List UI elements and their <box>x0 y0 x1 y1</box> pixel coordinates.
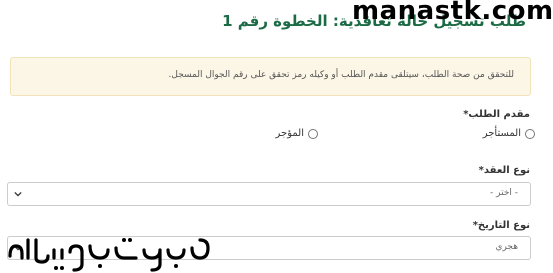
info-alert: للتحقق من صحة الطلب، سيتلقى مقدم الطلب أ… <box>10 57 531 96</box>
radio-landlord-label: المؤجر <box>275 128 304 139</box>
alert-text: للتحقق من صحة الطلب، سيتلقى مقدم الطلب أ… <box>168 70 514 80</box>
contract-type-select[interactable]: - اختر - <box>7 182 531 206</box>
watermark-text: manastk.com <box>352 0 553 26</box>
radio-unchecked-icon[interactable] <box>308 128 318 139</box>
radio-tenant[interactable]: المستأجر <box>483 128 535 139</box>
applicant-label: مقدم الطلب* <box>461 109 530 120</box>
contract-type-label-text: نوع العقد <box>483 165 530 176</box>
arabic-calligraphy-watermark <box>8 238 210 272</box>
applicant-label-text: مقدم الطلب <box>468 109 530 120</box>
radio-unchecked-icon[interactable] <box>525 128 535 139</box>
date-type-label-text: نوع التاريخ <box>477 220 530 231</box>
date-type-label: نوع التاريخ* <box>471 220 530 231</box>
contract-type-value: - اختر - <box>490 188 518 198</box>
radio-tenant-label: المستأجر <box>482 128 521 139</box>
chevron-down-icon <box>14 191 22 197</box>
applicant-radio-group: المستأجر المؤجر <box>0 128 553 144</box>
contract-type-label: نوع العقد* <box>477 165 530 176</box>
radio-landlord[interactable]: المؤجر <box>276 128 318 139</box>
date-type-value: هجري <box>495 242 518 252</box>
registration-form-page: طلب تسجيل حالة تعاقدية: الخطوة رقم 1 man… <box>0 0 553 273</box>
